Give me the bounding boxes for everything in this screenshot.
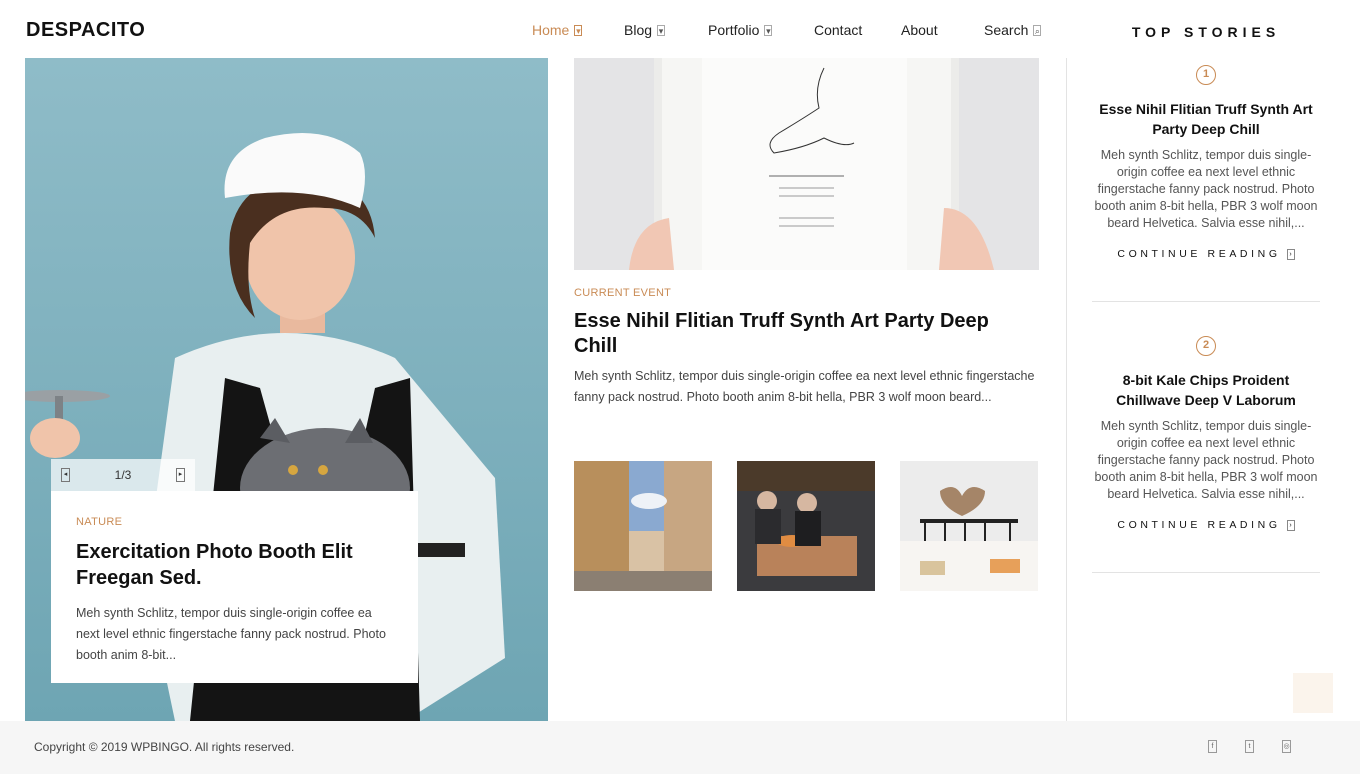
chevron-down-icon: ▾ xyxy=(764,24,773,36)
featured-category[interactable]: NATURE xyxy=(76,516,393,528)
chevron-down-icon: ▾ xyxy=(657,24,666,36)
nav-portfolio-label: Portfolio xyxy=(708,22,760,38)
continue-reading-label: CONTINUE READING xyxy=(1117,519,1281,531)
site-footer: Copyright © 2019 WPBINGO. All rights res… xyxy=(0,721,1360,774)
story-number: 1 xyxy=(1196,65,1216,85)
top-story-2: 2 8-bit Kale Chips Proident Chillwave De… xyxy=(1092,336,1320,533)
nav-contact-label: Contact xyxy=(814,22,863,38)
nav-portfolio[interactable]: Portfolio ▾ xyxy=(708,22,814,38)
nav-blog[interactable]: Blog ▾ xyxy=(624,22,708,38)
main-post-excerpt: Meh synth Schlitz, tempor duis single-or… xyxy=(574,369,1035,404)
slider-counter: 1/3 xyxy=(114,468,132,482)
featured-excerpt: Meh synth Schlitz, tempor duis single-or… xyxy=(76,606,386,662)
facebook-icon[interactable]: f xyxy=(1208,740,1217,753)
story-separator xyxy=(1092,572,1320,573)
main-post-category[interactable]: CURRENT EVENT xyxy=(574,287,671,299)
nav-contact[interactable]: Contact xyxy=(814,22,901,38)
framed-print-image xyxy=(574,58,1039,270)
featured-card: NATURE Exercitation Photo Booth Elit Fre… xyxy=(51,491,418,683)
story-excerpt: Meh synth Schlitz, tempor duis single-or… xyxy=(1094,419,1318,501)
story-excerpt: Meh synth Schlitz, tempor duis single-or… xyxy=(1094,148,1318,230)
slider-next-icon[interactable]: ▸ xyxy=(176,468,185,482)
slider-controls: ◂ 1/3 ▸ xyxy=(51,459,195,491)
main-post-image[interactable] xyxy=(574,58,1039,270)
copyright-text: Copyright © 2019 WPBINGO. All rights res… xyxy=(34,740,295,754)
continue-reading-link[interactable]: CONTINUE READING › xyxy=(1117,248,1295,260)
nav-home-label: Home xyxy=(532,22,570,38)
back-to-top-button[interactable] xyxy=(1293,673,1333,713)
nav-search-label: Search xyxy=(984,22,1029,38)
story-number: 2 xyxy=(1196,336,1216,356)
nav-home[interactable]: Home ▾ xyxy=(532,22,624,38)
arrow-right-icon: › xyxy=(1286,248,1295,260)
continue-reading-link[interactable]: CONTINUE READING › xyxy=(1117,519,1295,531)
slider-prev-icon[interactable]: ◂ xyxy=(61,468,70,482)
main-post-title[interactable]: Esse Nihil Flitian Truff Synth Art Party… xyxy=(574,309,1034,359)
featured-slider[interactable]: ◂ 1/3 ▸ NATURE Exercitation Photo Booth … xyxy=(25,58,548,721)
site-logo[interactable]: DESPACITO xyxy=(26,19,145,42)
twitter-icon[interactable]: t xyxy=(1245,740,1254,753)
nav-search[interactable]: Search ⌕ xyxy=(984,22,1054,38)
search-icon: ⌕ xyxy=(1033,24,1042,36)
story-title[interactable]: 8-bit Kale Chips Proident Chillwave Deep… xyxy=(1092,370,1320,410)
instagram-icon[interactable]: ◎ xyxy=(1282,740,1291,753)
top-story-1: 1 Esse Nihil Flitian Truff Synth Art Par… xyxy=(1092,65,1320,262)
main-nav: Home ▾ Blog ▾ Portfolio ▾ Contact About … xyxy=(532,22,1054,38)
nav-about[interactable]: About xyxy=(901,22,984,38)
column-divider xyxy=(1066,58,1067,721)
nav-blog-label: Blog xyxy=(624,22,653,38)
chevron-down-icon: ▾ xyxy=(574,24,583,36)
featured-title[interactable]: Exercitation Photo Booth Elit Freegan Se… xyxy=(76,539,393,591)
story-separator xyxy=(1092,301,1320,302)
story-title[interactable]: Esse Nihil Flitian Truff Synth Art Party… xyxy=(1092,99,1320,139)
gallery-thumbnails xyxy=(574,461,1038,591)
thumbnail-street[interactable] xyxy=(574,461,712,591)
continue-reading-label: CONTINUE READING xyxy=(1117,248,1281,260)
nav-about-label: About xyxy=(901,22,938,38)
top-stories-heading: TOP STORIES xyxy=(1131,24,1281,40)
thumbnail-cooking[interactable] xyxy=(737,461,875,591)
arrow-right-icon: › xyxy=(1286,519,1295,531)
thumbnail-bedroom[interactable] xyxy=(900,461,1038,591)
